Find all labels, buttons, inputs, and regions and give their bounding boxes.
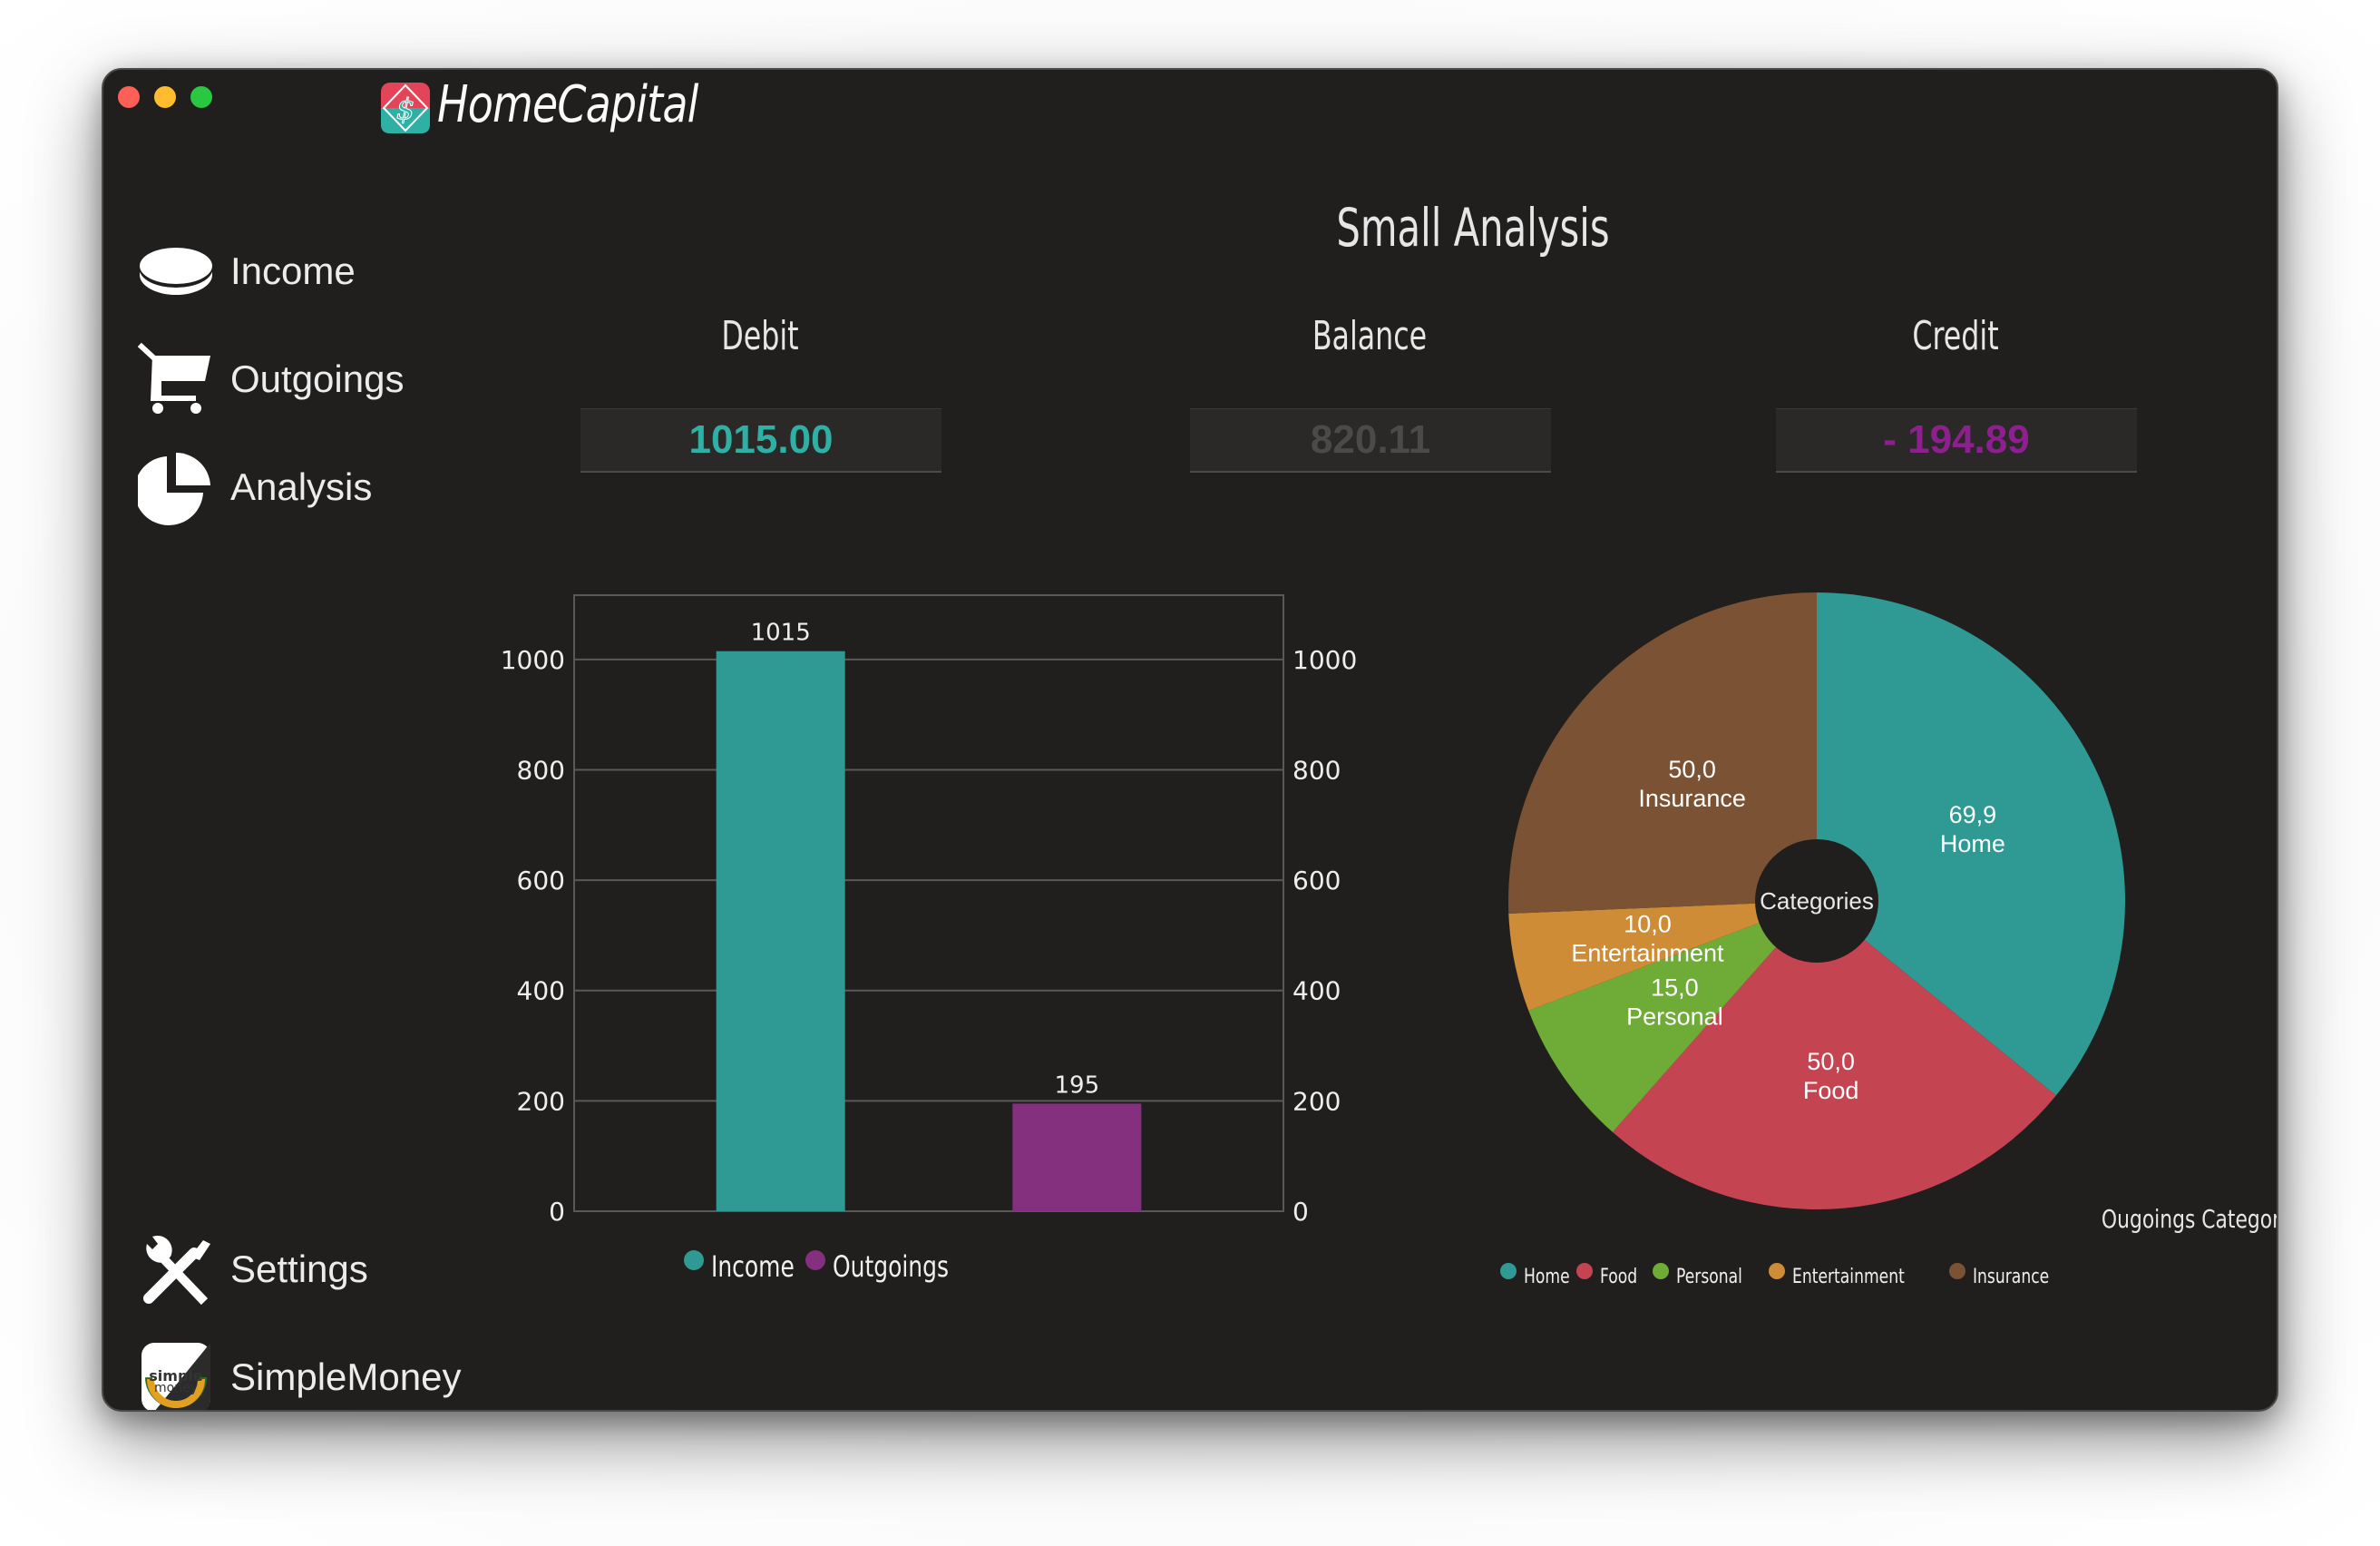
balance-value: 820.11 <box>1310 417 1431 462</box>
tools-icon <box>138 1231 214 1307</box>
legend-swatch <box>1653 1262 1669 1279</box>
legend-entry-outgoings[interactable]: Outgoings <box>833 1249 949 1284</box>
debit-label: Debit <box>721 313 799 359</box>
y-tick-label-right: 0 <box>1292 1197 1309 1227</box>
y-tick-label-left: 600 <box>517 866 565 895</box>
legend-entry-food[interactable]: Food <box>1600 1266 1637 1288</box>
pie-category-label: Insurance <box>1638 785 1746 812</box>
sidebar-item-outgoings[interactable]: Outgoings <box>138 341 404 417</box>
credit-value-field: - 194.89 <box>1776 408 2137 473</box>
minimize-window-button[interactable] <box>154 86 176 108</box>
sidebar-item-income[interactable]: Income <box>138 233 356 309</box>
credit-label: Credit <box>1912 313 1999 359</box>
debit-value: 1015.00 <box>688 417 834 462</box>
svg-text:money: money <box>154 1381 198 1395</box>
zoom-window-button[interactable] <box>190 86 212 108</box>
pie-category-label: Entertainment <box>1571 939 1724 966</box>
credit-value: - 194.89 <box>1883 417 2030 462</box>
y-tick-label-left: 800 <box>517 755 565 785</box>
pie-value-label: 10,0 <box>1624 910 1672 937</box>
bar-data-label: 195 <box>1055 1071 1100 1099</box>
sidebar-item-label: Settings <box>230 1248 368 1290</box>
legend-swatch <box>1769 1262 1785 1279</box>
pie-category-label: Food <box>1803 1077 1859 1104</box>
sidebar-item-label: Outgoings <box>230 357 405 400</box>
sidebar-item-label: Analysis <box>230 465 373 508</box>
bar-income <box>716 651 845 1211</box>
legend-swatch <box>805 1250 825 1270</box>
legend-swatch <box>684 1250 704 1270</box>
plot-frame <box>573 594 1284 1212</box>
y-tick-label-left: 400 <box>517 976 565 1006</box>
pie-category-label: Home <box>1940 830 2005 857</box>
page-title: Small Analysis <box>1336 197 1610 259</box>
sidebar-item-simplemoney[interactable]: simple money SimpleMoney <box>138 1339 462 1410</box>
y-tick-label-right: 600 <box>1292 866 1341 895</box>
svg-text:$: $ <box>396 92 415 126</box>
y-tick-label-right: 1000 <box>1292 645 1357 675</box>
app-window: $ HomeCapital Income Outgoings Analysis … <box>102 68 2278 1412</box>
pie-chart-legend: Home Food Personal Entertainment Insurance <box>1395 1262 2063 1288</box>
bar-data-label: 1015 <box>751 620 811 647</box>
shopping-cart-icon <box>138 341 214 417</box>
pie-chart-title: Ougoings Category Chart <box>2101 1204 2277 1234</box>
close-window-button[interactable] <box>118 86 140 108</box>
y-tick-label-right: 800 <box>1292 755 1341 785</box>
balance-value-field: 820.11 <box>1190 408 1551 473</box>
legend-entry-insurance[interactable]: Insurance <box>1973 1266 2049 1288</box>
pie-value-label: 50,0 <box>1807 1048 1855 1075</box>
y-tick-label-right: 200 <box>1292 1086 1341 1116</box>
sidebar-item-label: Income <box>230 250 356 292</box>
bar-chart-legend: Income Outgoings <box>584 1249 963 1284</box>
pie-value-label: 50,0 <box>1668 756 1716 783</box>
legend-entry-income[interactable]: Income <box>711 1249 795 1284</box>
coin-icon <box>138 233 214 309</box>
y-tick-label-left: 1000 <box>501 645 565 675</box>
legend-entry-home[interactable]: Home <box>1524 1266 1570 1288</box>
income-outgoings-bar-chart: 0 0 200 200 400 400 600 600 800 800 1000 1000 1015 19… <box>501 594 1357 1227</box>
pie-value-label: 69,9 <box>1949 801 1997 828</box>
legend-entry-entertainment[interactable]: Entertainment <box>1792 1266 1905 1288</box>
dollar-diamond-logo-icon: $ <box>381 83 430 133</box>
pie-category-label: Personal <box>1626 1003 1723 1030</box>
pie-chart-icon <box>138 449 214 525</box>
legend-swatch <box>1500 1262 1517 1279</box>
y-tick-label-left: 200 <box>517 1086 565 1116</box>
legend-swatch <box>1949 1262 1965 1279</box>
outgoings-category-pie-chart: 69,9Home50,0Food15,0Personal10,0Entertai… <box>1508 592 2125 1209</box>
pie-value-label: 15,0 <box>1651 974 1699 1001</box>
legend-entry-personal[interactable]: Personal <box>1676 1266 1742 1288</box>
pie-center-label: Categories <box>1760 887 1874 915</box>
app-title: HomeCapital <box>437 75 698 134</box>
y-tick-label-right: 400 <box>1292 976 1341 1006</box>
sidebar-item-settings[interactable]: Settings <box>138 1231 368 1307</box>
debit-value-field: 1015.00 <box>580 408 941 473</box>
sidebar-item-analysis[interactable]: Analysis <box>138 449 372 525</box>
bar-outgoings <box>1012 1103 1142 1211</box>
legend-swatch <box>1576 1262 1593 1279</box>
y-tick-label-left: 0 <box>549 1197 565 1227</box>
sidebar-item-label: SimpleMoney <box>230 1355 462 1398</box>
balance-label: Balance <box>1312 313 1428 359</box>
simplemoney-app-icon: simple money <box>138 1339 214 1410</box>
